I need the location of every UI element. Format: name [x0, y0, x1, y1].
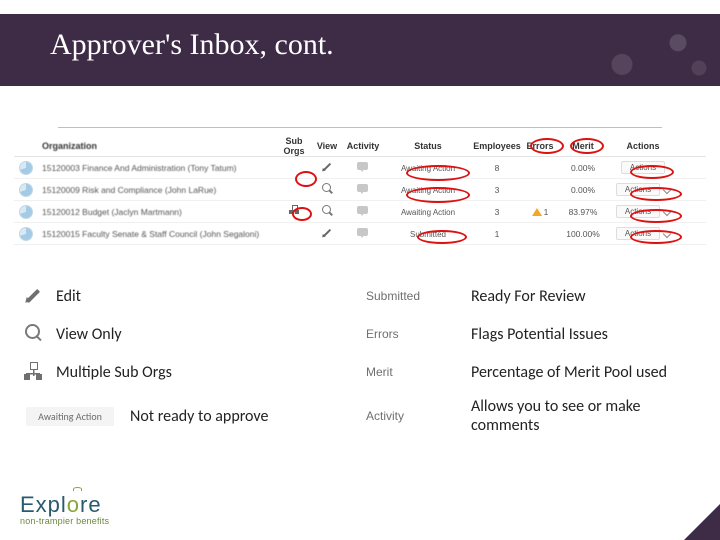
cell-org: 15120009 Risk and Compliance (John LaRue… — [38, 185, 276, 195]
chevron-down-icon[interactable] — [663, 230, 671, 238]
explore-logo: Explore non-trampier benefits — [20, 492, 109, 526]
legend: Edit Submitted Ready For Review View Onl… — [10, 283, 710, 447]
warning-icon — [532, 208, 542, 216]
comment-icon[interactable] — [357, 183, 369, 195]
badge-activity: Activity — [366, 409, 404, 423]
cell-emp: 3 — [472, 207, 522, 217]
col-merit: Merit — [558, 141, 608, 151]
legend-label: View Only — [56, 325, 366, 344]
table-row: 15120009 Risk and Compliance (John LaRue… — [14, 179, 706, 201]
comment-icon[interactable] — [357, 227, 369, 239]
pie-icon — [19, 205, 33, 219]
legend-label: Edit — [56, 287, 366, 306]
col-activity: Activity — [342, 141, 384, 151]
col-errors: Errors — [522, 141, 558, 151]
legend-label: Ready For Review — [471, 287, 710, 306]
table-row: 15120015 Faculty Senate & Staff Council … — [14, 223, 706, 245]
status-chip: Awaiting Action — [401, 208, 455, 217]
inbox-table: Organization Sub Orgs View Activity Stat… — [14, 135, 706, 245]
cell-merit: 100.00% — [558, 229, 608, 239]
actions-button[interactable]: Actions — [616, 227, 660, 240]
page-title: Approver's Inbox, cont. — [50, 28, 334, 62]
col-employees: Employees — [472, 141, 522, 151]
title-banner: Approver's Inbox, cont. — [0, 14, 720, 86]
magnifier-icon — [23, 324, 43, 344]
legend-label: Not ready to approve — [130, 407, 366, 426]
pie-icon — [19, 161, 33, 175]
badge-merit: Merit — [366, 365, 393, 379]
legend-label: Flags Potential Issues — [471, 325, 710, 344]
pencil-icon — [23, 286, 43, 306]
col-organization: Organization — [38, 141, 276, 151]
logo-subtitle: non-trampier benefits — [20, 516, 109, 526]
pencil-icon[interactable] — [321, 161, 333, 173]
divider — [58, 127, 662, 128]
actions-button[interactable]: Actions — [616, 205, 660, 218]
awaiting-action-chip: Awaiting Action — [26, 407, 114, 426]
actions-button[interactable]: Actions — [621, 161, 665, 174]
status-chip: Submitted — [410, 230, 446, 239]
col-view: View — [312, 141, 342, 151]
comment-icon[interactable] — [357, 205, 369, 217]
cell-merit: 0.00% — [558, 163, 608, 173]
col-status: Status — [384, 141, 472, 151]
cell-org: 15120015 Faculty Senate & Staff Council … — [38, 229, 276, 239]
tree-icon — [23, 362, 43, 382]
status-chip: Awaiting Action — [401, 164, 455, 173]
col-actions: Actions — [608, 141, 678, 151]
cell-emp: 8 — [472, 163, 522, 173]
col-suborgs: Sub Orgs — [276, 136, 312, 156]
cell-emp: 3 — [472, 185, 522, 195]
legend-label: Percentage of Merit Pool used — [471, 363, 710, 382]
corner-accent — [684, 504, 720, 540]
cell-emp: 1 — [472, 229, 522, 239]
pie-icon — [19, 183, 33, 197]
comment-icon[interactable] — [357, 161, 369, 173]
pie-icon — [19, 227, 33, 241]
pencil-icon[interactable] — [321, 227, 333, 239]
badge-errors: Errors — [366, 327, 399, 341]
cell-merit: 0.00% — [558, 185, 608, 195]
table-row: 15120012 Budget (Jaclyn Martmann) Awaiti… — [14, 201, 706, 223]
cell-err: 1 — [544, 207, 549, 217]
magnifier-icon[interactable] — [321, 183, 333, 195]
legend-label: Multiple Sub Orgs — [56, 363, 366, 382]
badge-submitted: Submitted — [366, 289, 420, 303]
cell-org: 15120012 Budget (Jaclyn Martmann) — [38, 207, 276, 217]
status-chip: Awaiting Action — [401, 186, 455, 195]
slide: Approver's Inbox, cont. Organization Sub… — [0, 0, 720, 540]
magnifier-icon[interactable] — [321, 205, 333, 217]
chevron-down-icon[interactable] — [663, 208, 671, 216]
legend-label: Allows you to see or make comments — [471, 397, 710, 435]
chevron-down-icon[interactable] — [663, 186, 671, 194]
table-row: 15120003 Finance And Administration (Ton… — [14, 157, 706, 179]
tree-icon[interactable] — [288, 205, 300, 217]
table-header: Organization Sub Orgs View Activity Stat… — [14, 135, 706, 157]
actions-button[interactable]: Actions — [616, 183, 660, 196]
cell-org: 15120003 Finance And Administration (Ton… — [38, 163, 276, 173]
cell-merit: 83.97% — [558, 207, 608, 217]
